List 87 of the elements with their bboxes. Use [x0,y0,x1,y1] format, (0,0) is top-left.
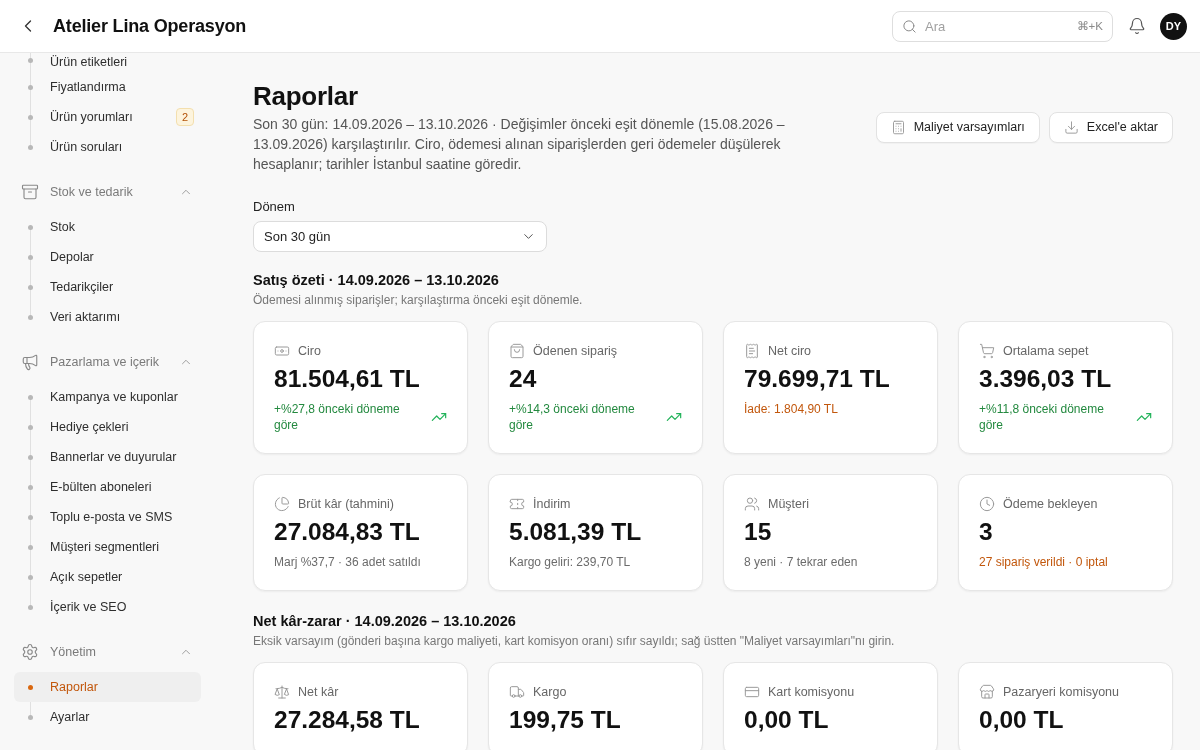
metric-label: İndirim [533,495,571,513]
section-subtitle: Ödemesi alınmış siparişler; karşılaştırma önceki eşit dönemle. [253,292,584,308]
section-title: Satış özeti · 14.09.2026 – 13.10.2026 [253,271,500,290]
section-subtitle: Eksik varsayım (gönderi başına kargo maliyeti, kart komisyon oranı) sıfır sayıldı; sağ üstten "Maliyet varsayımları"nı girin. [253,633,896,649]
search-icon [902,18,917,34]
metric-value: 0,00 TL [979,705,1065,735]
settings-icon [21,643,39,661]
receipt-icon [744,343,760,359]
metric-note: 8 yeni · 7 tekrar eden [744,554,859,570]
user-avatar[interactable]: DY [1160,12,1187,40]
metric-label: Net kâr [298,683,339,701]
section-title: Net kâr-zarar · 14.09.2026 – 13.10.2026 [253,612,517,631]
cart-icon [979,343,995,359]
sidebar-item[interactable]: Ayarlar [14,702,201,732]
metric-value: 199,75 TL [509,705,622,735]
sidebar-group-header[interactable]: Yönetim [14,637,201,667]
period-select[interactable]: Son 30 gün [253,221,547,252]
metric-note: +%11,8 önceki döneme göre [979,401,1105,433]
sidebar-item[interactable]: Fiyatlandırma [14,72,201,102]
metric-label: Ortalama sepet [1003,342,1089,360]
bell-icon [1128,17,1146,35]
sidebar-item[interactable]: Hediye çekleri [14,412,201,442]
metric-label: Pazaryeri komisyonu [1003,683,1119,701]
metric-label: Ödenen sipariş [533,342,618,360]
metric-value: 5.081,39 TL [509,517,643,547]
metric-label: Net ciro [768,342,812,360]
metric-value: 24 [509,364,538,394]
metric-label: Ciro [298,342,321,360]
scale-icon [274,684,290,700]
users-icon [744,496,760,512]
sidebar-item[interactable]: Ürün soruları [14,132,201,162]
metric-value: 79.699,71 TL [744,364,891,394]
metric-note: Kargo geliri: 239,70 TL [509,554,632,570]
metric-value: 15 [744,517,773,547]
metric-note: +%27,8 önceki döneme göre [274,401,401,433]
metric-value: 27.084,83 TL [274,517,421,547]
metric-label: Kargo [533,683,567,701]
sidebar-item[interactable]: Toplu e-posta ve SMS [14,502,201,532]
notifications-button[interactable] [1127,16,1147,36]
action-button[interactable]: Excel'e aktar [1048,111,1173,143]
count-badge: 2 [175,108,194,126]
page-title: Raporlar [253,80,359,112]
metric-value: 81.504,61 TL [274,364,421,394]
truck-icon [509,684,525,700]
sidebar-group-header[interactable]: Pazarlama ve içerik [14,347,201,377]
metric-value: 27.284,58 TL [274,705,421,735]
metric-label: Müşteri [768,495,809,513]
metric-value: 3 [979,517,994,547]
period-label: Dönem [253,199,296,215]
sidebar-item[interactable]: Ürün yorumları 2 [14,102,201,132]
metric-label: Brüt kâr (tahmini) [298,495,394,513]
sidebar-item[interactable]: Ürün etiketleri [14,53,201,72]
sidebar-item[interactable]: Raporlar [14,672,201,702]
shortcut-hint: ⌘+K [1076,18,1103,34]
action-button[interactable]: Maliyet varsayımları [875,111,1040,143]
sidebar-item[interactable]: İçerik ve SEO [14,592,201,622]
archive-box-icon [21,183,39,201]
bag-icon [509,343,525,359]
sidebar-item[interactable]: Veri aktarımı [14,302,201,332]
sidebar-item[interactable]: Açık sepetler [14,562,201,592]
sidebar-item[interactable]: Depolar [14,242,201,272]
ticket-icon [509,496,525,512]
megaphone-icon [21,353,39,371]
metric-value: 0,00 TL [744,705,830,735]
sidebar-item[interactable]: E-bülten aboneleri [14,472,201,502]
sidebar-item[interactable]: Stok [14,212,201,242]
sidebar-item[interactable]: Bannerlar ve duyurular [14,442,201,472]
sidebar-group-header[interactable]: Stok ve tedarik [14,177,201,207]
clock-icon [979,496,995,512]
banknote-icon [274,343,290,359]
metric-note: İade: 1.804,90 TL [744,401,839,417]
sidebar-item[interactable]: Müşteri segmentleri [14,532,201,562]
calculator-icon [890,119,906,135]
store-icon [979,684,995,700]
metric-label: Kart komisyonu [768,683,855,701]
download-icon [1063,119,1079,135]
credit-card-icon [744,684,760,700]
page-description: Son 30 gün: 14.09.2026 – 13.10.2026 · Değişimler önceki eşit dönemle (15.08.2026 – 13.09.2026) karşılaştırılır. Ciro, ödemesi alınan siparişlerden geri ödemeler düşülerek hesaplanır; tarihler İstanbul saatine göredir. [253,115,786,174]
sidebar-item[interactable]: Kampanya ve kuponlar [14,382,201,412]
metric-note: +%14,3 önceki döneme göre [509,401,636,433]
metric-label: Ödeme bekleyen [1003,495,1098,513]
app-title: Atelier Lina Operasyon [53,14,247,38]
metric-note: 27 sipariş verildi · 0 iptal [979,554,1109,570]
metric-note: Marj %37,7 · 36 adet satıldı [274,554,422,570]
metric-value: 3.396,03 TL [979,364,1113,394]
pie-chart-icon [274,496,290,512]
sidebar-item[interactable]: Tedarikçiler [14,272,201,302]
